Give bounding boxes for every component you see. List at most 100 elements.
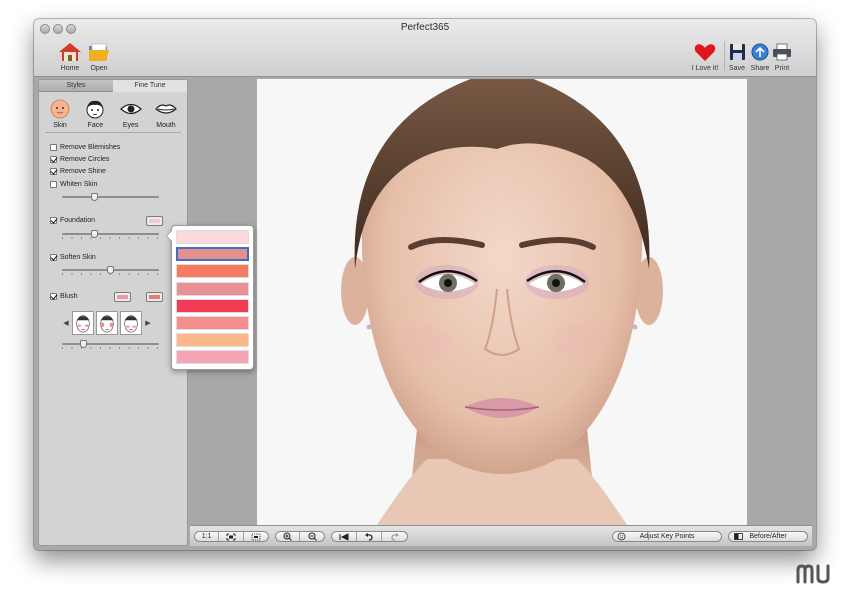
- option-label: Remove Shine: [60, 168, 106, 175]
- fit-icon: [226, 533, 236, 540]
- slider-knob[interactable]: [80, 340, 87, 348]
- slider-ticks: [62, 347, 159, 349]
- color-swatch: [117, 295, 128, 299]
- undo-button[interactable]: [357, 532, 382, 541]
- before-after-label: Before/After: [749, 533, 787, 540]
- soften-slider[interactable]: [62, 266, 159, 276]
- title-toolbar: Perfect365 Home Open I Love it! Save Sha…: [34, 19, 816, 77]
- foundation-slider[interactable]: [62, 230, 159, 240]
- zoom-out-icon: [308, 532, 317, 541]
- blush-style-icon[interactable]: [120, 311, 142, 335]
- slider-knob[interactable]: [91, 193, 98, 201]
- part-eyes-label: Eyes: [122, 122, 139, 129]
- eye-icon: [119, 103, 142, 115]
- open-button[interactable]: Open: [77, 41, 121, 72]
- zoom-in-icon: [283, 532, 292, 541]
- fit-button[interactable]: [219, 532, 244, 541]
- option-remove-blemishes[interactable]: Remove Blemishes: [50, 144, 120, 151]
- palette-color-option[interactable]: [176, 333, 249, 348]
- option-label: Whiten Skin: [60, 181, 98, 188]
- palette-color-option[interactable]: [176, 281, 249, 296]
- undo-icon: [365, 532, 373, 541]
- redo-icon: [390, 532, 399, 541]
- skin-face-icon: [50, 99, 70, 119]
- option-remove-shine[interactable]: Remove Shine: [50, 168, 106, 175]
- part-mouth-label: Mouth: [156, 122, 176, 129]
- palette-color-option[interactable]: [176, 316, 249, 330]
- open-folder-icon: [89, 43, 109, 61]
- checkbox[interactable]: [50, 293, 57, 300]
- checkbox[interactable]: [50, 217, 57, 224]
- feature-selector: Skin Face Eyes Mouth: [45, 98, 181, 129]
- actual-size-button[interactable]: 1:1: [195, 532, 220, 541]
- tab-styles[interactable]: Styles: [39, 80, 113, 92]
- part-eyes[interactable]: Eyes: [116, 98, 146, 129]
- prev-arrow-icon[interactable]: ◀: [61, 319, 71, 327]
- open-label: Open: [90, 65, 108, 72]
- zoom-out-button[interactable]: [300, 532, 324, 541]
- option-label: Blush: [60, 293, 78, 300]
- part-skin-label: Skin: [53, 122, 67, 129]
- option-remove-circles[interactable]: Remove Circles: [50, 156, 109, 163]
- option-soften-skin[interactable]: Soften Skin: [50, 254, 96, 261]
- divider: [45, 132, 181, 133]
- part-skin[interactable]: Skin: [45, 98, 75, 129]
- next-arrow-icon[interactable]: ▶: [143, 319, 153, 327]
- checkbox[interactable]: [50, 254, 57, 261]
- face-icon: [86, 100, 104, 119]
- blush-color-button-secondary[interactable]: [146, 292, 163, 302]
- part-mouth[interactable]: Mouth: [151, 98, 181, 129]
- adjust-key-points-button[interactable]: Adjust Key Points: [612, 531, 722, 542]
- part-face[interactable]: Face: [80, 98, 110, 129]
- first-step-button[interactable]: [332, 532, 357, 541]
- foundation-color-button[interactable]: [146, 216, 163, 226]
- print-button[interactable]: Print: [760, 41, 804, 72]
- blush-color-palette: [166, 225, 254, 370]
- app-window: Perfect365 Home Open I Love it! Save Sha…: [34, 19, 816, 550]
- palette-color-option[interactable]: [176, 298, 249, 313]
- palette-color-option[interactable]: [176, 230, 249, 244]
- sidebar: Styles Fine Tune Skin Face Eyes Mouth Re…: [38, 79, 188, 546]
- blush-color-button[interactable]: [114, 292, 131, 302]
- whiten-slider[interactable]: [62, 193, 159, 203]
- fill-button[interactable]: [244, 532, 268, 541]
- slider-rail: [62, 233, 159, 235]
- tab-fine-tune[interactable]: Fine Tune: [113, 80, 187, 92]
- checkbox[interactable]: [50, 168, 57, 175]
- checkbox[interactable]: [50, 156, 57, 163]
- zoom-group: [275, 531, 325, 542]
- adjust-key-points-label: Adjust Key Points: [639, 533, 695, 540]
- option-foundation[interactable]: Foundation: [50, 217, 95, 224]
- zoom-in-button[interactable]: [276, 532, 301, 541]
- palette-color-option[interactable]: [176, 264, 249, 279]
- checkbox[interactable]: [50, 144, 57, 151]
- slider-ticks: [62, 237, 159, 239]
- palette-color-option[interactable]: [176, 350, 249, 365]
- option-whiten-skin[interactable]: Whiten Skin: [50, 181, 97, 188]
- portrait-photo[interactable]: [257, 79, 747, 525]
- print-label: Print: [774, 65, 790, 72]
- heart-icon: [694, 44, 716, 61]
- actual-size-icon: [251, 533, 261, 540]
- photo-canvas[interactable]: [190, 79, 812, 525]
- mouth-icon: [155, 104, 177, 114]
- slider-rail: [62, 196, 159, 198]
- blush-style-picker: ◀ ▶: [61, 311, 153, 335]
- zoom-mode-group: 1:1: [194, 531, 269, 542]
- before-after-button[interactable]: Before/After: [728, 531, 808, 542]
- checkbox[interactable]: [50, 181, 57, 188]
- slider-knob[interactable]: [107, 266, 114, 274]
- blush-slider[interactable]: [62, 340, 159, 350]
- mu-watermark-logo: [796, 564, 830, 584]
- blush-style-icon[interactable]: [72, 311, 94, 335]
- first-icon: [339, 532, 349, 541]
- palette-color-option[interactable]: [176, 247, 249, 262]
- blush-style-icon[interactable]: [96, 311, 118, 335]
- redo-button[interactable]: [382, 532, 407, 541]
- bottom-toolbar: 1:1 Adjust Key Points Before/After: [190, 525, 812, 546]
- printer-icon: [773, 43, 791, 61]
- window-title: Perfect365: [400, 22, 450, 33]
- option-blush[interactable]: Blush: [50, 293, 78, 300]
- before-after-icon: [734, 533, 743, 540]
- slider-knob[interactable]: [91, 230, 98, 238]
